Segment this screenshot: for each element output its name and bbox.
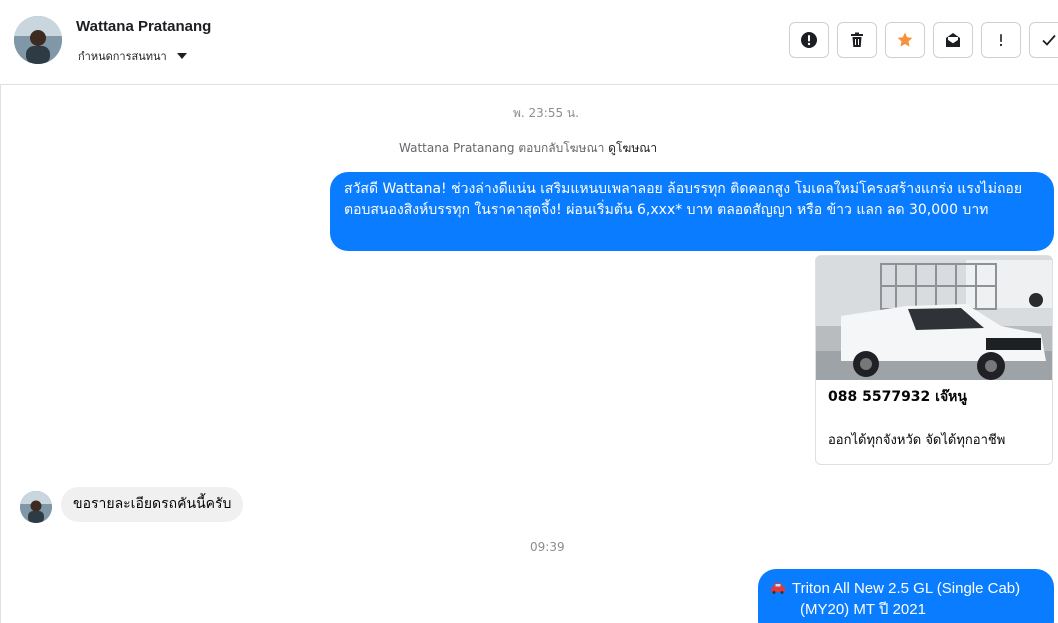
view-ad-link[interactable]: ดูโฆษณา — [608, 141, 657, 155]
ad-card-subtitle: ออกได้ทุกจังหวัด จัดได้ทุกอาชีพ — [828, 433, 1006, 448]
check-icon — [1042, 34, 1056, 46]
contact-avatar-small[interactable] — [20, 491, 52, 523]
important-button[interactable] — [981, 22, 1021, 58]
star-icon — [897, 32, 913, 47]
exclamation-icon — [999, 34, 1003, 47]
delete-button[interactable] — [837, 22, 877, 58]
conversation-header: Wattana Pratanang กำหนดการสนทนา — [0, 0, 1058, 85]
ad-reply-note-text: Wattana Pratanang ตอบกลับโฆษณา — [399, 141, 605, 155]
trash-icon — [851, 32, 863, 47]
mark-unread-button[interactable] — [933, 22, 973, 58]
message-line: (MY20) MT ปี 2021 — [800, 601, 926, 618]
message-timestamp: พ. 23:55 น. — [513, 106, 579, 120]
ad-card-title: 088 5577932 เจ๊หนู — [828, 389, 967, 405]
ad-image — [816, 256, 1052, 380]
contact-name[interactable]: Wattana Pratanang — [76, 18, 211, 35]
ad-reply-note: Wattana Pratanang ตอบกลับโฆษณา ดูโฆษณา — [399, 139, 657, 158]
spam-button[interactable] — [789, 22, 829, 58]
alert-circle-icon — [801, 32, 817, 48]
left-border — [0, 0, 1, 623]
car-icon — [771, 583, 785, 594]
envelope-icon — [946, 33, 960, 47]
message-line: Triton All New 2.5 GL (Single Cab) — [792, 580, 1021, 597]
assign-label: กำหนดการสนทนา — [78, 50, 167, 63]
message-timestamp: 09:39 — [530, 540, 565, 554]
assign-conversation-dropdown[interactable]: กำหนดการสนทนา — [78, 47, 187, 65]
outgoing-message: Triton All New 2.5 GL (Single Cab) (MY20… — [758, 569, 1054, 623]
chevron-down-icon — [176, 53, 187, 59]
contact-avatar[interactable] — [14, 16, 62, 64]
star-button[interactable] — [885, 22, 925, 58]
incoming-message: ขอรายละเอียดรถคันนี้ครับ — [61, 487, 244, 522]
done-button[interactable] — [1029, 22, 1058, 58]
outgoing-message: สวัสดี Wattana! ช่วงล่างดีแน่น เสริมแหนบ… — [330, 172, 1054, 251]
ad-card[interactable]: 088 5577932 เจ๊หนู ออกได้ทุกจังหวัด จัดไ… — [815, 255, 1053, 465]
